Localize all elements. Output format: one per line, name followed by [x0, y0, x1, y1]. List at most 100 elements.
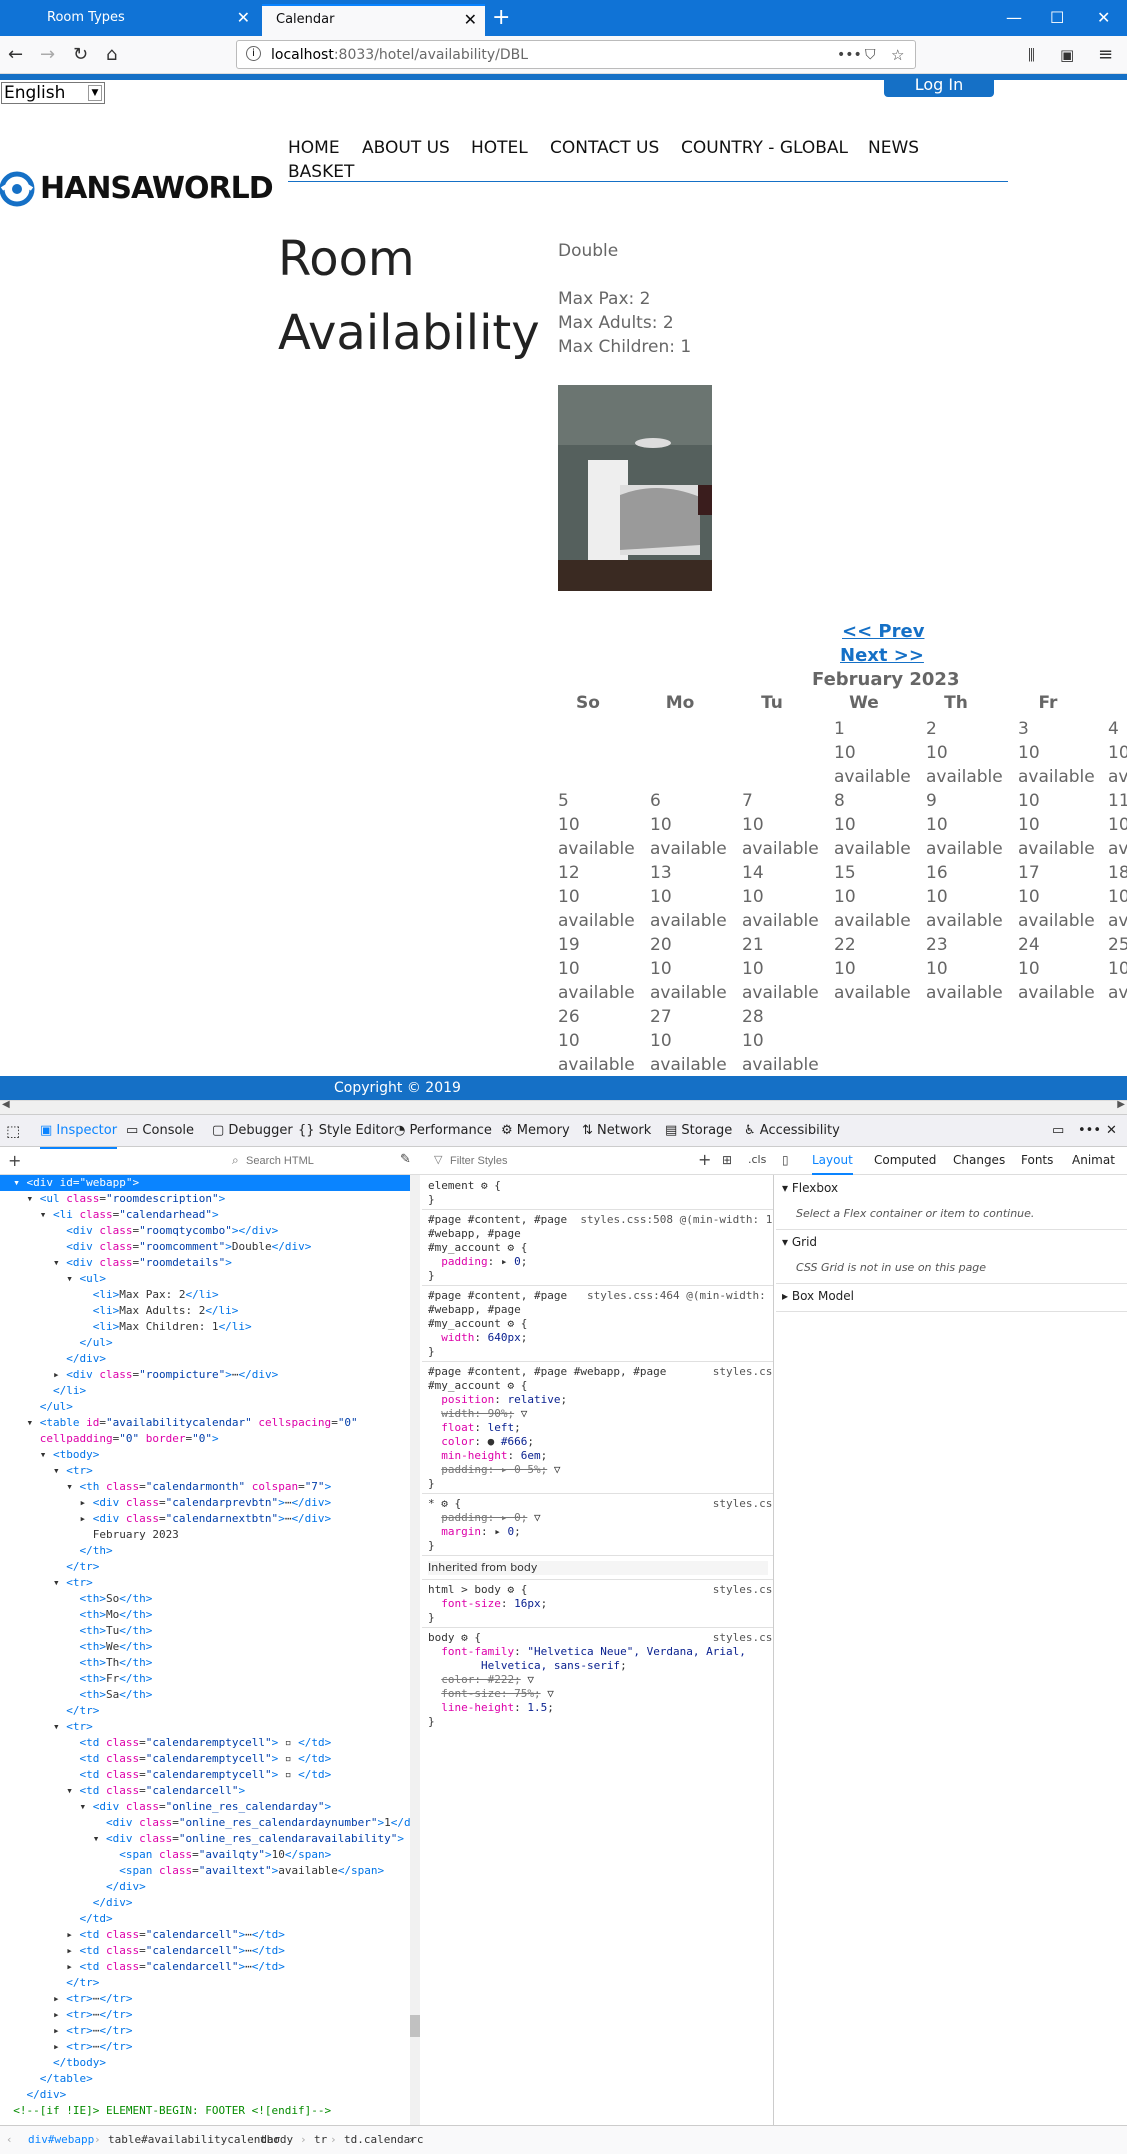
markup-line[interactable]: ▾ <table id="availabilitycalendar" cells…	[0, 1415, 357, 1431]
next-month-link[interactable]: Next >>	[840, 645, 924, 666]
minimize-icon[interactable]: —	[1006, 4, 1022, 32]
tab-memory[interactable]: ⚙ Memory	[501, 1115, 570, 1147]
markup-line[interactable]: ▸ <div class="calendarprevbtn">⋯</div>	[0, 1495, 331, 1511]
tab-computed[interactable]: Computed	[874, 1153, 936, 1167]
rule-line[interactable]: #page #content, #page #webapp, #page sty…	[428, 1365, 773, 1379]
close-devtools-icon[interactable]: ✕	[1106, 1115, 1117, 1147]
markup-line[interactable]: ▾ <tbody>	[0, 1447, 100, 1463]
calendar-cell[interactable]: 12 10 available	[558, 861, 650, 933]
calendar-cell[interactable]: 22 10 available	[834, 933, 926, 1005]
rule-line[interactable]: font-size: 75%; ▽	[428, 1687, 554, 1701]
markup-line[interactable]: cellpadding="0" border="0">	[0, 1431, 219, 1447]
markup-line[interactable]: ▸ <td class="calendarcell">⋯</td>	[0, 1943, 285, 1959]
nav-about-us[interactable]: ABOUT US	[362, 138, 450, 158]
menu-icon[interactable]: ≡	[1098, 36, 1113, 74]
chevron-down-icon[interactable]: ▼	[88, 85, 102, 101]
bookmark-star-icon[interactable]: ☆	[891, 41, 904, 69]
markup-line[interactable]: ▾ <div class="online_res_calendaravailab…	[0, 1831, 404, 1847]
markup-line[interactable]: ▸ <div class="calendarnextbtn">⋯</div>	[0, 1511, 331, 1527]
markup-line[interactable]: </tbody>	[0, 2055, 106, 2071]
scroll-left-icon[interactable]: ◀	[2, 1099, 10, 1110]
search-html-input[interactable]	[246, 1152, 396, 1170]
markup-line[interactable]: </div>	[0, 1351, 106, 1367]
calendar-cell[interactable]: 23 10 available	[926, 933, 1018, 1005]
tab-changes[interactable]: Changes	[953, 1153, 1005, 1167]
flexbox-section[interactable]: ▾ Flexbox	[782, 1181, 838, 1195]
rule-line[interactable]: padding: ▸ 0 5%; ▽	[428, 1463, 560, 1477]
markup-line[interactable]: <td class="calendaremptycell"> ▫ </td>	[0, 1751, 331, 1767]
new-tab-icon[interactable]: +	[492, 4, 510, 32]
calendar-cell[interactable]: 3 10 available	[1018, 717, 1110, 789]
tab-console[interactable]: ▭ Console	[126, 1115, 194, 1147]
calendar-cell[interactable]: 27 10 available	[650, 1005, 742, 1077]
markup-line[interactable]: ▾ <th class="calendarmonth" colspan="7">	[0, 1479, 331, 1495]
markup-line[interactable]: ▾ <div class="roomdetails">	[0, 1255, 232, 1271]
markup-line[interactable]: ▾ <ul>	[0, 1271, 106, 1287]
calendar-cell[interactable]: 26 10 available	[558, 1005, 650, 1077]
markup-line[interactable]: <li>Max Children: 1</li>	[0, 1319, 252, 1335]
nav-home[interactable]: HOME	[288, 138, 340, 158]
markup-line[interactable]: <!--[if !IE]> ELEMENT-BEGIN: FOOTER <![e…	[0, 2103, 331, 2119]
calendar-cell[interactable]: 2 10 available	[926, 717, 1018, 789]
calendar-cell[interactable]: 5 10 available	[558, 789, 650, 861]
markup-line[interactable]: </tr>	[0, 1703, 99, 1719]
tab-debugger[interactable]: ▢ Debugger	[212, 1115, 293, 1147]
markup-line[interactable]: <div class="roomqtycombo"></div>	[0, 1223, 278, 1239]
rule-line[interactable]: color: #222; ▽	[428, 1673, 534, 1687]
grid-section[interactable]: ▾ Grid	[782, 1235, 817, 1249]
calendar-cell[interactable]: 24 10 available	[1018, 933, 1110, 1005]
rule-line[interactable]: Helvetica, sans-serif;	[428, 1659, 627, 1673]
nav-hotel[interactable]: HOTEL	[471, 138, 528, 158]
calendar-cell[interactable]: 25 10 available	[1108, 933, 1127, 1005]
box-model-section[interactable]: ▸ Box Model	[782, 1289, 854, 1303]
markup-line[interactable]: ▾ <tr>	[0, 1719, 93, 1735]
calendar-cell[interactable]: 21 10 available	[742, 933, 834, 1005]
nav-contact-us[interactable]: CONTACT US	[550, 138, 659, 158]
rule-line[interactable]: element ⚙ { inline	[428, 1179, 773, 1193]
tab-performance[interactable]: ◔ Performance	[394, 1115, 492, 1147]
markup-line[interactable]: </div>	[0, 2087, 67, 2103]
toggle-pseudo-icon[interactable]: ⊞	[722, 1153, 732, 1167]
markup-line[interactable]: ▾ <li class="calendarhead">	[0, 1207, 219, 1223]
rule-line[interactable]: #webapp, #page	[428, 1303, 521, 1317]
rule-line[interactable]: color: ● #666;	[428, 1435, 534, 1449]
tab-inspector[interactable]: ▣ Inspector	[40, 1115, 118, 1149]
markup-line[interactable]: February 2023	[0, 1527, 179, 1543]
close-icon[interactable]: ✕	[464, 6, 477, 34]
rule-line[interactable]: position: relative;	[428, 1393, 567, 1407]
rule-line[interactable]: html > body ⚙ { styles.css:24	[428, 1583, 773, 1597]
home-icon[interactable]: ⌂	[106, 36, 117, 74]
breadcrumb-item[interactable]: tbody	[260, 2126, 293, 2154]
markup-line[interactable]: <li>Max Pax: 2</li>	[0, 1287, 219, 1303]
breadcrumb-left-icon[interactable]: ‹	[6, 2126, 13, 2154]
tab-calendar[interactable]: Calendar ✕	[262, 4, 485, 36]
rule-line[interactable]: min-height: 6em;	[428, 1449, 547, 1463]
add-node-icon[interactable]: +	[8, 1151, 21, 1170]
calendar-cell[interactable]: 6 10 available	[650, 789, 742, 861]
rule-line[interactable]: #my_account ⚙ {	[428, 1317, 527, 1331]
language-select[interactable]: English ▼	[1, 82, 105, 104]
markup-line[interactable]: </ul>	[0, 1399, 73, 1415]
horizontal-scrollbar[interactable]: ◀ ▶	[0, 1099, 1127, 1114]
markup-line[interactable]: </table>	[0, 2071, 93, 2087]
markup-line[interactable]: <th>We</th>	[0, 1639, 152, 1655]
calendar-cell[interactable]: 14 10 available	[742, 861, 834, 933]
markup-line[interactable]: <div class="roomcomment">Double</div>	[0, 1239, 311, 1255]
markup-line[interactable]: ▾ <tr>	[0, 1463, 93, 1479]
split-panel-icon[interactable]: ▯	[782, 1153, 789, 1167]
calendar-cell[interactable]: 9 10 available	[926, 789, 1018, 861]
close-icon[interactable]: ✕	[237, 4, 250, 32]
markup-line[interactable]: </ul>	[0, 1335, 112, 1351]
markup-line[interactable]: <th>Fr</th>	[0, 1671, 152, 1687]
cls-toggle[interactable]: .cls	[748, 1153, 766, 1166]
scroll-thumb[interactable]	[410, 2015, 420, 2037]
window-close-icon[interactable]: ✕	[1097, 4, 1110, 32]
rule-line[interactable]: #webapp, #page	[428, 1227, 521, 1241]
rule-line[interactable]: #page #content, #page styles.css:508 @(m…	[428, 1213, 773, 1227]
markup-line[interactable]: </th>	[0, 1543, 112, 1559]
calendar-cell[interactable]: 7 10 available	[742, 789, 834, 861]
tab-room-types[interactable]: Room Types ✕	[33, 4, 258, 36]
calendar-cell[interactable]: 20 10 available	[650, 933, 742, 1005]
markup-line[interactable]: <th>Th</th>	[0, 1655, 152, 1671]
nav-news[interactable]: NEWS	[868, 138, 919, 158]
